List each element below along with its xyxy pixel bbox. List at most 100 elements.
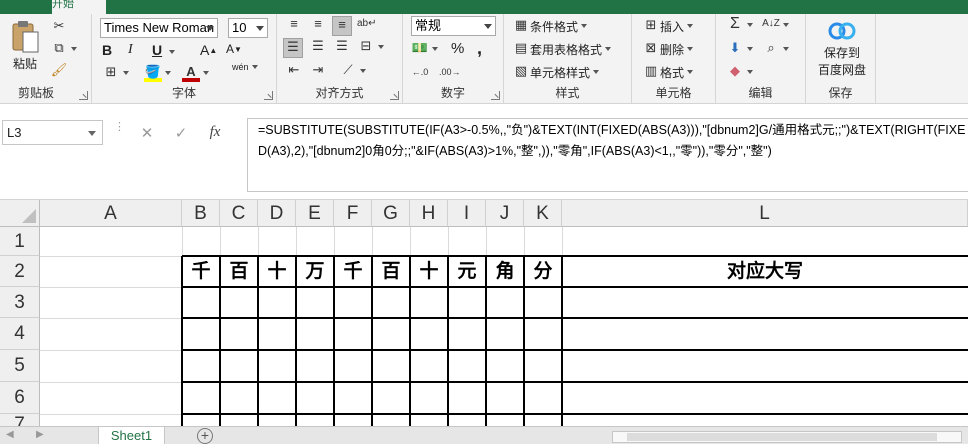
cell-g2[interactable]: 百 <box>372 256 410 287</box>
autosum-button[interactable]: Σ <box>726 16 753 34</box>
cell-c2[interactable]: 百 <box>220 256 258 287</box>
align-top-button[interactable]: ≡ <box>285 16 303 34</box>
fill-color-button[interactable]: 🪣 <box>144 64 171 82</box>
shrink-font-button[interactable]: A ▼ <box>226 42 242 56</box>
font-name-value: Times New Roman <box>104 20 215 35</box>
align-center-button[interactable]: ☰ <box>309 38 327 56</box>
add-sheet-button[interactable]: + <box>197 428 213 444</box>
clipboard-launcher[interactable] <box>79 91 88 100</box>
orientation-button[interactable]: ⟋ <box>339 62 366 80</box>
insert-cells-button[interactable]: ⊞ 插入 <box>642 17 694 35</box>
row-header-4[interactable]: 4 <box>0 318 40 350</box>
font-color-button[interactable]: A <box>182 64 209 82</box>
format-as-table-button[interactable]: ▤ 套用表格格式 <box>512 40 612 58</box>
cell-d2[interactable]: 十 <box>258 256 296 287</box>
decrease-decimal-button[interactable]: .00→ <box>439 64 461 82</box>
row-header-6[interactable]: 6 <box>0 382 40 414</box>
row-header-5[interactable]: 5 <box>0 350 40 382</box>
column-header-b[interactable]: B <box>182 200 220 227</box>
paste-icon <box>12 21 39 53</box>
next-sheet-icon[interactable]: ▶ <box>36 429 44 440</box>
column-header-c[interactable]: C <box>220 200 258 227</box>
font-name-combo[interactable]: Times New Roman <box>100 18 218 38</box>
underline-button[interactable]: U <box>152 42 162 58</box>
align-middle-button[interactable]: ≡ <box>309 16 327 34</box>
cell-h2[interactable]: 十 <box>410 256 448 287</box>
formula-input[interactable]: =SUBSTITUTE(SUBSTITUTE(IF(A3>-0.5%,,"负")… <box>247 118 968 192</box>
prev-sheet-icon[interactable]: ◀ <box>6 429 14 440</box>
cell-j2[interactable]: 角 <box>486 256 524 287</box>
cut-button[interactable]: ✂ <box>50 18 68 36</box>
merge-center-button[interactable]: ⊟ <box>357 38 384 56</box>
alignment-launcher[interactable] <box>390 91 399 100</box>
format-cells-button[interactable]: ▥ 格式 <box>642 63 694 81</box>
column-header-i[interactable]: I <box>448 200 486 227</box>
conditional-formatting-button[interactable]: ▦ 条件格式 <box>512 17 588 35</box>
column-header-a[interactable]: A <box>40 200 182 227</box>
italic-button[interactable]: I <box>128 42 133 58</box>
grow-font-button[interactable]: A ▲ <box>200 42 217 58</box>
sort-filter-button[interactable]: A↓Z <box>762 16 789 34</box>
name-box[interactable]: L3 <box>2 120 103 145</box>
number-launcher[interactable] <box>491 91 500 100</box>
worksheet-grid[interactable]: A B C D E F G H I J K L 1 2 3 4 5 6 7 千百十万千百十元角分对应大写 <box>0 200 968 426</box>
increase-decimal-button[interactable]: ←.0 <box>411 64 429 82</box>
row-header-1[interactable]: 1 <box>0 227 40 256</box>
column-header-j[interactable]: J <box>486 200 524 227</box>
cell-f2[interactable]: 千 <box>334 256 372 287</box>
column-header-l[interactable]: L <box>562 200 968 227</box>
cell-e2[interactable]: 万 <box>296 256 334 287</box>
formula-bar-grip[interactable]: ⋮ <box>114 122 125 133</box>
column-header-d[interactable]: D <box>258 200 296 227</box>
column-header-k[interactable]: K <box>524 200 562 227</box>
accounting-format-button[interactable]: 💵 <box>411 40 438 58</box>
paste-button[interactable]: 粘贴 <box>6 20 44 74</box>
enter-icon[interactable]: ✓ <box>164 124 198 142</box>
clear-button[interactable]: ◆ <box>726 63 753 81</box>
cell-l2[interactable]: 对应大写 <box>562 256 968 287</box>
column-header-g[interactable]: G <box>372 200 410 227</box>
align-left-button[interactable]: ☰ <box>283 38 303 58</box>
font-launcher[interactable] <box>264 91 273 100</box>
column-header-f[interactable]: F <box>334 200 372 227</box>
phonetic-button[interactable]: wén <box>232 62 258 72</box>
insert-function-icon[interactable]: fx <box>198 124 232 141</box>
horizontal-scrollbar[interactable] <box>612 431 962 443</box>
cell-k2[interactable]: 分 <box>524 256 562 287</box>
font-size-combo[interactable]: 10 <box>228 18 268 38</box>
cell-styles-button[interactable]: ▧ 单元格样式 <box>512 63 600 81</box>
increase-indent-button[interactable]: ⇥ <box>309 62 327 80</box>
column-header-e[interactable]: E <box>296 200 334 227</box>
percent-button[interactable]: % <box>451 40 464 57</box>
wrap-text-button[interactable]: ab↵ <box>357 16 377 34</box>
sheet-tab-sheet1[interactable]: Sheet1 <box>98 427 165 444</box>
format-painter-button[interactable]: 🖌 <box>50 62 68 80</box>
save-to-baidu-button[interactable]: 保存到 百度网盘 <box>816 20 868 78</box>
align-right-button[interactable]: ☰ <box>333 38 351 56</box>
row-header-2[interactable]: 2 <box>0 256 40 287</box>
select-all-button[interactable] <box>0 200 40 227</box>
fill-button[interactable]: ⬇ <box>726 40 753 58</box>
column-header-h[interactable]: H <box>410 200 448 227</box>
cell-i2[interactable]: 元 <box>448 256 486 287</box>
styles-group: ▦ 条件格式 ▤ 套用表格格式 ▧ 单元格样式 样式 <box>504 14 632 104</box>
cancel-icon[interactable]: ✕ <box>130 124 164 142</box>
bold-button[interactable]: B <box>102 42 112 58</box>
find-select-button[interactable]: ⌕ <box>762 40 789 58</box>
borders-button[interactable]: ⊞ <box>102 64 129 82</box>
save-group-label: 保存 <box>828 86 853 100</box>
row-header-7[interactable]: 7 <box>0 414 40 426</box>
row-header-3[interactable]: 3 <box>0 287 40 318</box>
tab-home[interactable]: 开始 <box>52 0 106 14</box>
decrease-indent-button[interactable]: ⇤ <box>285 62 303 80</box>
comma-button[interactable]: , <box>477 38 482 59</box>
format-painter-icon: 🖌 <box>50 62 68 77</box>
table-border-horizontal <box>182 413 968 415</box>
delete-cells-button[interactable]: ⊠ 删除 <box>642 40 694 58</box>
underline-dropdown[interactable] <box>169 50 175 54</box>
align-bottom-button[interactable]: ≡ <box>332 16 352 36</box>
scrollbar-thumb[interactable] <box>627 433 937 441</box>
copy-button[interactable]: ⧉ <box>50 40 77 58</box>
cell-b2[interactable]: 千 <box>182 256 220 287</box>
number-format-combo[interactable]: 常规 <box>411 16 496 36</box>
